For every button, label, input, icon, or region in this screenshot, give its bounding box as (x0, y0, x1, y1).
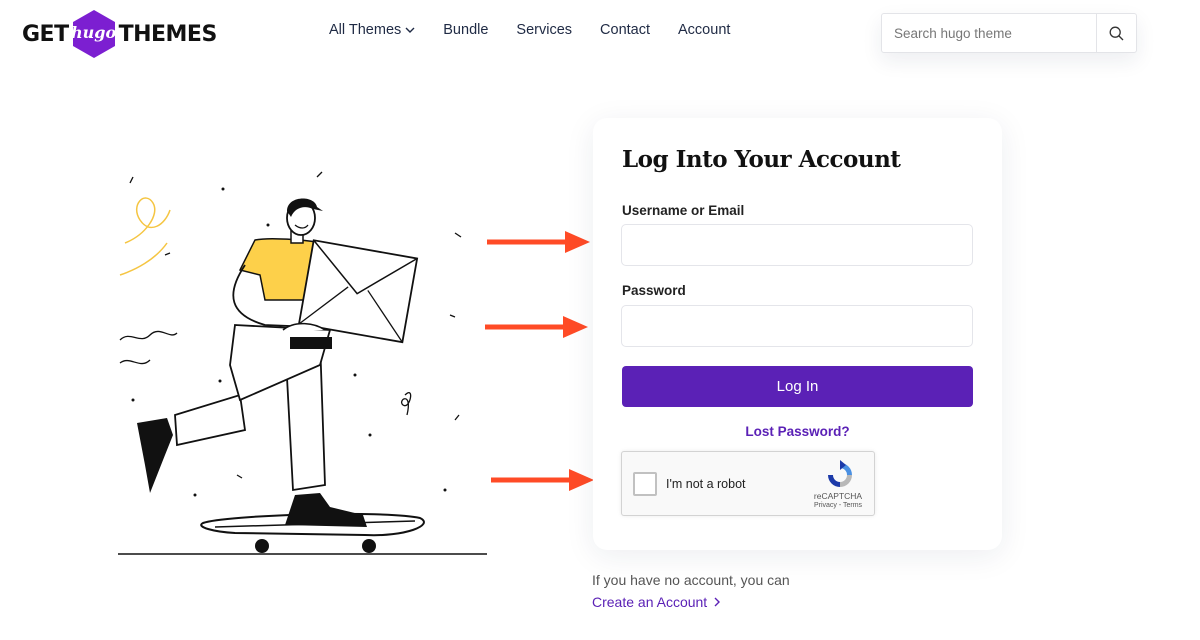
recaptcha-checkbox[interactable] (633, 472, 657, 496)
password-field[interactable] (621, 305, 973, 347)
nav-item-contact[interactable]: Contact (600, 22, 650, 38)
nav-item-bundle[interactable]: Bundle (443, 22, 488, 38)
search-input[interactable] (882, 14, 1096, 52)
nav-item-account[interactable]: Account (678, 22, 730, 38)
search-icon (1109, 26, 1124, 40)
search-button[interactable] (1096, 14, 1136, 52)
login-button[interactable]: Log In (622, 366, 973, 407)
username-field[interactable] (621, 224, 973, 266)
recaptcha-brand: reCAPTCHA (813, 491, 863, 501)
recaptcha-terms[interactable]: Privacy - Terms (802, 502, 874, 509)
nav-item-label: Bundle (443, 22, 489, 38)
nav-item-label: Account (678, 22, 731, 38)
recaptcha-widget: I'm not a robot reCAPTCHA Privacy - Term… (621, 451, 875, 516)
logo-text-themes: THEMES (118, 21, 218, 47)
logo-text-hugo: hugo (71, 23, 117, 42)
skateboarder-illustration (118, 171, 487, 555)
nav-item-all-themes[interactable]: All Themes (329, 22, 415, 38)
nav-item-services[interactable]: Services (516, 22, 572, 38)
recaptcha-label: I'm not a robot (666, 477, 746, 491)
login-card: Log Into Your Account Username or Email … (593, 118, 1002, 550)
site-logo[interactable]: GET hugo THEMES (22, 8, 217, 60)
no-account-text: If you have no account, you can (592, 572, 790, 588)
search-box (881, 13, 1137, 53)
nav-item-label: All Themes (329, 22, 402, 38)
create-account-link[interactable]: Create an Account (592, 594, 721, 610)
nav-item-label: Contact (600, 22, 651, 38)
recaptcha-logo-icon (828, 460, 852, 487)
lost-password-link[interactable]: Lost Password? (593, 424, 1002, 439)
password-label: Password (622, 283, 686, 298)
chevron-down-icon (405, 27, 415, 33)
main-nav: All Themes Bundle Services Contact Accou… (329, 22, 730, 38)
chevron-right-icon (714, 597, 721, 607)
logo-text-get: GET (22, 21, 69, 47)
logo-hexagon: hugo (71, 9, 117, 59)
create-account-label: Create an Account (592, 594, 708, 610)
nav-item-label: Services (516, 22, 573, 38)
login-title: Log Into Your Account (622, 146, 901, 173)
username-label: Username or Email (622, 203, 745, 218)
